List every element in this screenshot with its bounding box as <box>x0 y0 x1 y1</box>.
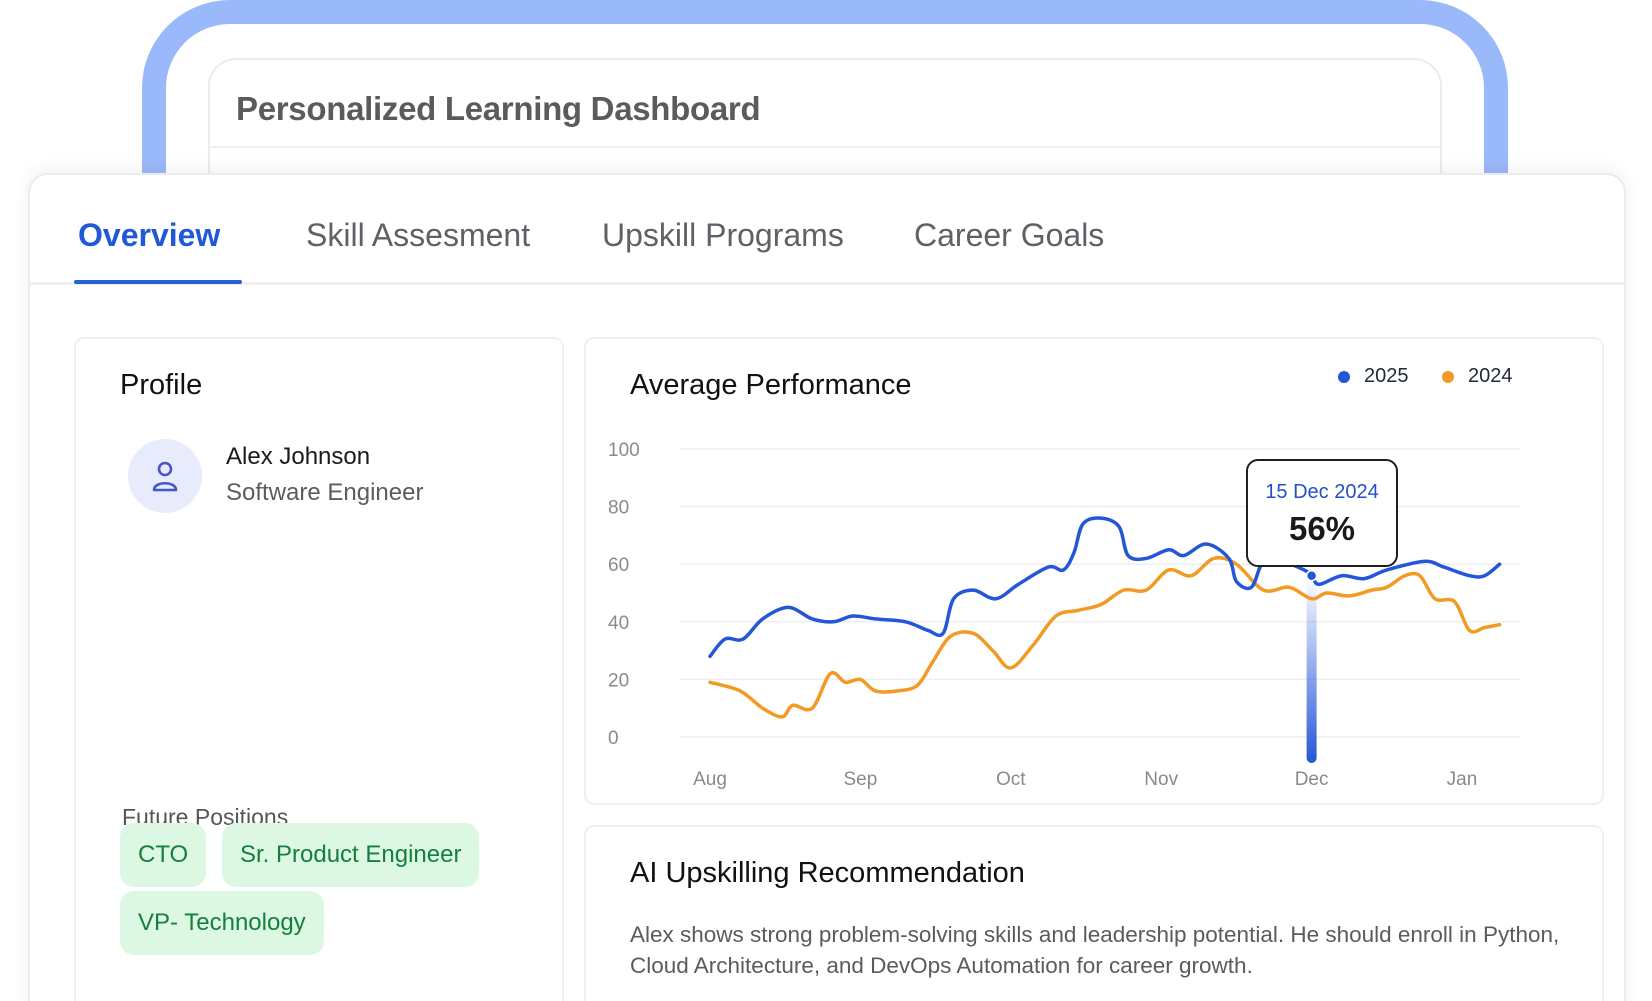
x-tick-nov: Nov <box>1144 769 1178 790</box>
x-tick-jan: Jan <box>1447 769 1478 790</box>
performance-chart-card: 0 20 40 60 80 100 Aug Sep Oct Nov Dec Jan Average P… <box>584 337 1604 805</box>
tab-bar: Overview Skill Assesment Upskill Program… <box>30 175 1624 285</box>
tooltip-date: 15 Dec 2024 <box>1265 481 1379 503</box>
tab-upskill-programs[interactable]: Upskill Programs <box>602 217 844 254</box>
legend-2024: 2024 <box>1442 365 1513 388</box>
profile-card: Profile Alex Johnson Software Engineer F… <box>74 337 564 1001</box>
legend-2025: 2025 <box>1338 365 1409 388</box>
ai-recommendation-text: Alex shows strong problem-solving skills… <box>630 922 1560 978</box>
highlight-point <box>1305 569 1318 582</box>
x-tick-dec: Dec <box>1295 769 1329 790</box>
position-chip-cto[interactable]: CTO <box>120 823 207 887</box>
y-tick-80: 80 <box>608 498 629 519</box>
ai-title: AI Upskilling Recommendation <box>630 857 1025 889</box>
profile-name: Alex Johnson <box>226 443 371 470</box>
legend-dot-2025 <box>1338 370 1350 383</box>
tab-skill-assessment[interactable]: Skill Assesment <box>306 217 530 254</box>
y-tick-40: 40 <box>608 613 629 634</box>
x-tick-aug: Aug <box>693 769 727 790</box>
tab-career-goals[interactable]: Career Goals <box>914 217 1104 254</box>
chart-title: Average Performance <box>630 369 912 401</box>
position-chip-vp-technology[interactable]: VP- Technology <box>120 891 324 955</box>
x-tick-sep: Sep <box>843 769 877 790</box>
legend-dot-2024 <box>1442 370 1454 383</box>
background-window-divider <box>210 146 1440 148</box>
y-tick-60: 60 <box>608 555 629 576</box>
profile-title: Profile <box>120 369 203 401</box>
legend-label-2024: 2024 <box>1468 365 1513 387</box>
tooltip-value: 56% <box>1288 510 1356 547</box>
highlight-bar <box>1306 575 1317 763</box>
legend-label-2025: 2025 <box>1364 365 1409 387</box>
x-tick-oct: Oct <box>996 769 1026 790</box>
profile-role: Software Engineer <box>226 479 424 506</box>
y-tick-0: 0 <box>608 728 619 749</box>
position-chip-sr-product-engineer[interactable]: Sr. Product Engineer <box>222 823 480 887</box>
ai-recommendation-card: AI Upskilling Recommendation Alex shows … <box>584 825 1604 1001</box>
user-icon <box>152 461 178 492</box>
active-tab-indicator <box>74 280 242 284</box>
series-line-2024 <box>708 556 1502 719</box>
chart-tooltip: 15 Dec 2024 56% <box>1246 459 1398 567</box>
performance-chart: 0 20 40 60 80 100 Aug Sep Oct Nov Dec Jan <box>608 440 1520 790</box>
tab-overview[interactable]: Overview <box>78 217 220 254</box>
background-window-title: Personalized Learning Dashboard <box>236 90 761 127</box>
y-tick-20: 20 <box>608 670 629 691</box>
avatar <box>128 439 202 513</box>
dashboard-panel: Overview Skill Assesment Upskill Program… <box>28 173 1626 1001</box>
y-tick-100: 100 <box>608 440 640 461</box>
